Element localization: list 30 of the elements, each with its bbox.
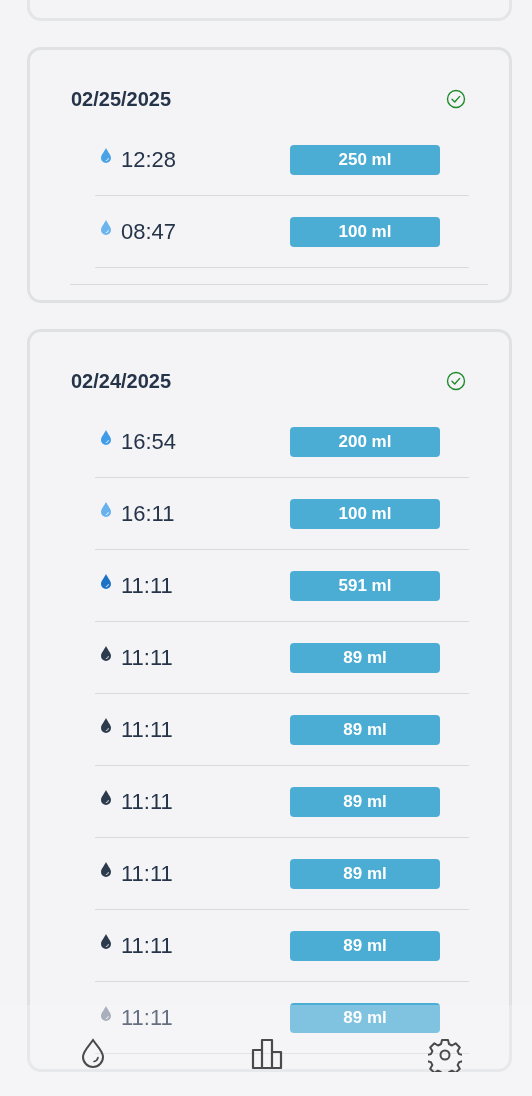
log-tab[interactable] — [80, 1038, 106, 1069]
entry-time: 11:11 — [121, 716, 174, 743]
entry-time: 11:11 — [121, 1004, 174, 1031]
stats-tab[interactable] — [251, 1038, 283, 1070]
entry-time: 11:11 — [121, 644, 174, 671]
amount-label: 89 ml — [290, 642, 440, 673]
amount-label: 89 ml — [290, 858, 440, 889]
entry-time: 16:11 — [121, 500, 176, 527]
entry-time: 11:11 — [121, 788, 174, 815]
amount-label: 89 ml — [290, 1002, 440, 1033]
entry-time: 08:47 — [121, 218, 178, 245]
settings-icon — [428, 1038, 462, 1072]
amount-label: 89 ml — [290, 930, 440, 961]
bar-chart-icon — [251, 1038, 283, 1070]
amount-label: 591 ml — [290, 570, 440, 601]
entry-time: 11:11 — [121, 572, 174, 599]
date-heading: 02/24/2025 — [71, 369, 172, 393]
entry-time: 11:11 — [121, 932, 174, 959]
amount-label: 100 ml — [290, 498, 440, 529]
drop-outline-icon — [80, 1038, 106, 1069]
amount-label: 89 ml — [290, 786, 440, 817]
entry-time: 16:54 — [121, 428, 178, 455]
amount-label: 89 ml — [290, 714, 440, 745]
settings-tab[interactable] — [428, 1038, 462, 1072]
entry-time: 12:28 — [121, 146, 178, 173]
amount-label: 250 ml — [290, 144, 440, 175]
entry-time: 11:11 — [121, 860, 174, 887]
date-heading: 02/25/2025 — [71, 87, 172, 111]
amount-label: 200 ml — [290, 426, 440, 457]
amount-label: 100 ml — [290, 216, 440, 247]
